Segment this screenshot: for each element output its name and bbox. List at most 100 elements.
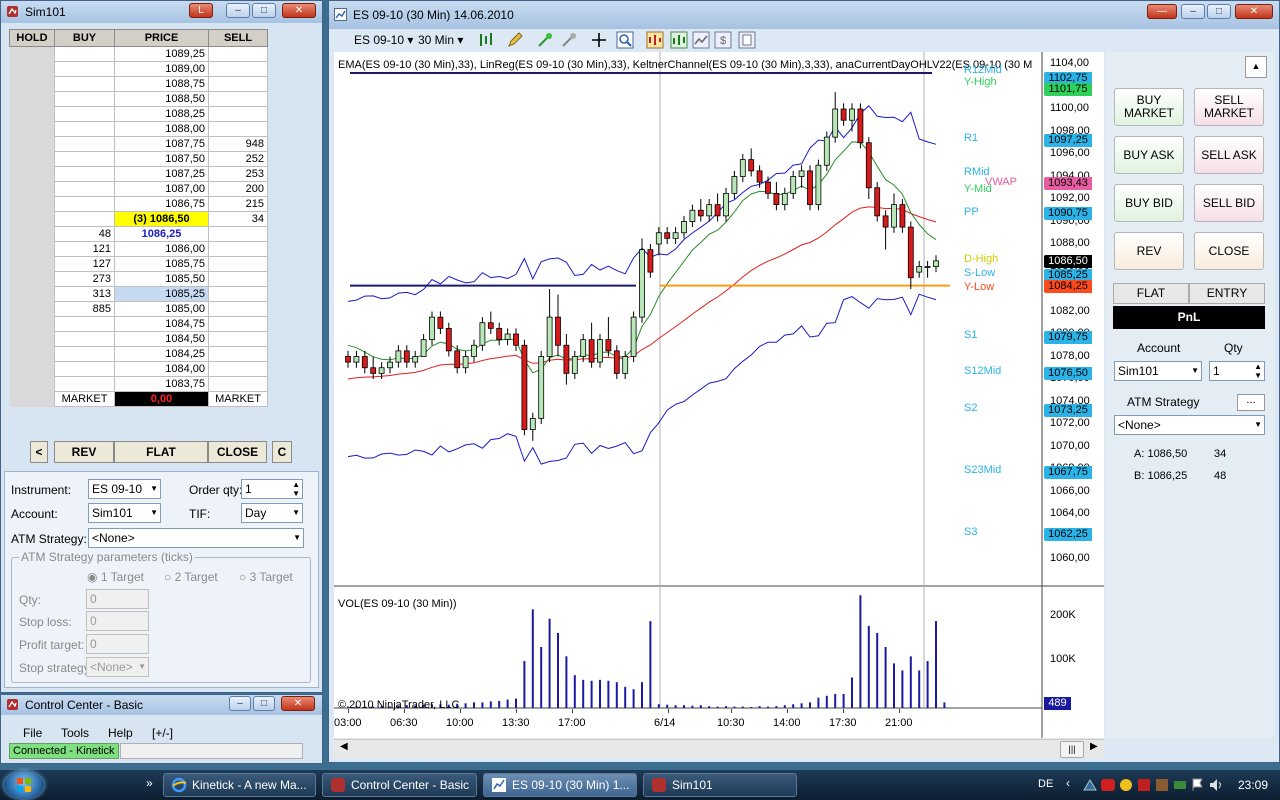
sell-cell[interactable]: 34 — [208, 211, 268, 227]
sell-market-button[interactable]: SELL MARKET — [1194, 88, 1264, 126]
buy-cell[interactable] — [54, 181, 115, 197]
buy-cell[interactable] — [54, 346, 115, 362]
instrument-select[interactable]: ES 09-10 ▼ — [88, 479, 161, 499]
sell-cell[interactable] — [208, 361, 268, 377]
maximize-icon[interactable]: □ — [252, 3, 276, 18]
menu-help[interactable]: Help — [108, 726, 133, 740]
chart-titlebar[interactable]: ES 09-10 (30 Min) 14.06.2010 — – □ ✕ — [329, 1, 1279, 29]
buy-cell[interactable] — [54, 196, 115, 212]
start-button[interactable] — [4, 771, 44, 799]
crosshair-icon[interactable] — [590, 31, 608, 49]
orderqty-stepper[interactable]: 1 ▲ ▼ — [241, 479, 303, 499]
sell-cell[interactable] — [208, 121, 268, 137]
update-icon[interactable] — [1154, 777, 1170, 793]
close-icon[interactable]: — — [1147, 4, 1177, 19]
buy-cell[interactable]: 313 — [54, 286, 115, 302]
data-box-icon[interactable]: $ — [714, 31, 732, 49]
sell-cell[interactable] — [208, 376, 268, 392]
buy-cell[interactable] — [54, 211, 115, 227]
buy-cell[interactable]: 48 — [54, 226, 115, 242]
messenger-icon[interactable] — [1118, 777, 1134, 793]
panel-atm-select[interactable]: <None> ▼ — [1114, 415, 1265, 435]
pencil-icon[interactable] — [506, 31, 524, 49]
power-icon[interactable] — [1172, 777, 1188, 793]
eraser-icon[interactable] — [560, 31, 578, 49]
minimize-icon[interactable]: – — [226, 3, 250, 18]
sell-cell[interactable]: 200 — [208, 181, 268, 197]
buy-cell[interactable] — [54, 76, 115, 92]
rev-button[interactable]: REV — [54, 441, 114, 463]
sell-cell[interactable]: 948 — [208, 136, 268, 152]
sell-cell[interactable] — [208, 331, 268, 347]
panel-collapse-button[interactable]: ▲ — [1245, 56, 1267, 78]
chart-trader-icon[interactable] — [646, 31, 664, 49]
sell-cell[interactable] — [208, 301, 268, 317]
buy-cell[interactable] — [54, 106, 115, 122]
buy-cell[interactable] — [54, 166, 115, 182]
sync-icon[interactable] — [1136, 777, 1152, 793]
language-indicator[interactable]: DE — [1038, 778, 1053, 790]
sell-cell[interactable] — [208, 271, 268, 287]
buy-market-cell[interactable]: MARKET — [54, 391, 115, 407]
price-chart[interactable] — [334, 52, 1104, 738]
scroll-right-icon[interactable]: ▶ — [1090, 741, 1098, 752]
scroll-thumb[interactable]: ||| — [1060, 741, 1084, 758]
panel-atm-button[interactable]: ... — [1237, 394, 1265, 411]
menu-tools[interactable]: Tools — [61, 726, 89, 740]
sell-cell[interactable] — [208, 76, 268, 92]
crosshair-drawing-icon[interactable] — [536, 31, 554, 49]
buy-cell[interactable]: 127 — [54, 256, 115, 272]
strategies-icon[interactable] — [692, 31, 710, 49]
buy-cell[interactable] — [54, 46, 115, 62]
sell-cell[interactable] — [208, 106, 268, 122]
chart-scrollbar[interactable]: ◀ ||| ▶ — [334, 739, 1104, 758]
sell-cell[interactable]: 253 — [208, 166, 268, 182]
close-position-button[interactable]: CLOSE — [208, 441, 267, 463]
close-window-icon[interactable]: ✕ — [282, 3, 316, 18]
minimize-icon[interactable]: – — [229, 696, 251, 711]
buy-cell[interactable] — [54, 316, 115, 332]
close-icon[interactable]: ✕ — [281, 696, 315, 711]
sell-cell[interactable] — [208, 61, 268, 77]
flat-button[interactable]: FLAT — [114, 441, 208, 463]
sell-cell[interactable] — [208, 91, 268, 107]
sell-bid-button[interactable]: SELL BID — [1194, 184, 1264, 222]
zoom-icon[interactable] — [616, 31, 634, 49]
sell-cell[interactable] — [208, 316, 268, 332]
sell-cell[interactable] — [208, 256, 268, 272]
close-icon[interactable]: L — [189, 3, 213, 18]
security-icon[interactable] — [1100, 777, 1116, 793]
buy-cell[interactable] — [54, 136, 115, 152]
menu-expand[interactable]: [+/-] — [152, 726, 173, 740]
scroll-left-icon[interactable]: ◀ — [340, 741, 348, 752]
clock[interactable]: 23:09 — [1238, 778, 1268, 792]
minimize-icon[interactable]: – — [1181, 4, 1205, 19]
buy-cell[interactable] — [54, 151, 115, 167]
buy-cell[interactable] — [54, 331, 115, 347]
sell-cell[interactable]: 252 — [208, 151, 268, 167]
buy-cell[interactable]: 273 — [54, 271, 115, 287]
network-icon[interactable] — [1082, 777, 1098, 793]
buy-bid-button[interactable]: BUY BID — [1114, 184, 1184, 222]
flag-icon[interactable] — [1190, 777, 1206, 793]
tray-expand-icon[interactable]: ‹ — [1066, 776, 1070, 790]
buy-cell[interactable] — [54, 121, 115, 137]
sell-cell[interactable]: 215 — [208, 196, 268, 212]
buy-market-button[interactable]: BUY MARKET — [1114, 88, 1184, 126]
prev-button[interactable]: < — [30, 441, 48, 463]
maximize-icon[interactable]: □ — [1207, 4, 1231, 19]
sell-ask-button[interactable]: SELL ASK — [1194, 136, 1264, 174]
sell-cell[interactable] — [208, 241, 268, 257]
sell-cell[interactable] — [208, 226, 268, 242]
panel-account-select[interactable]: Sim101 ▼ — [1114, 361, 1202, 381]
atm-select[interactable]: <None> ▼ — [88, 528, 304, 548]
indicators-icon[interactable] — [670, 31, 688, 49]
sell-cell[interactable] — [208, 46, 268, 62]
close-window-icon[interactable]: ✕ — [1235, 4, 1273, 19]
rev-button[interactable]: REV — [1114, 232, 1184, 270]
account-select[interactable]: Sim101 ▼ — [88, 503, 161, 523]
sell-market-cell[interactable]: MARKET — [208, 391, 268, 407]
panel-qty-stepper[interactable]: 1 ▲ ▼ — [1209, 361, 1265, 381]
center-button[interactable]: C — [272, 441, 292, 463]
buy-ask-button[interactable]: BUY ASK — [1114, 136, 1184, 174]
